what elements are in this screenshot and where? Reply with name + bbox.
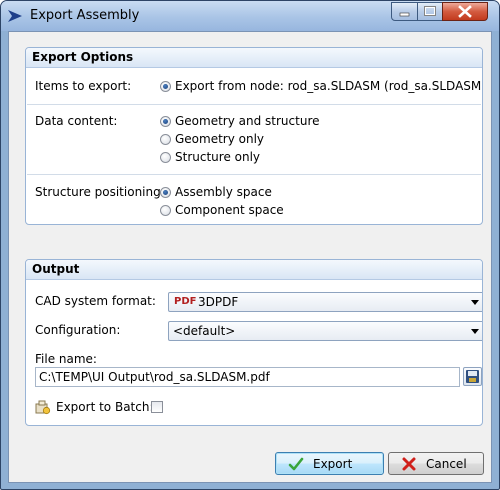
file-name-label: File name: bbox=[35, 352, 97, 366]
separator bbox=[27, 104, 481, 105]
geometry-and-structure-radio[interactable] bbox=[160, 116, 171, 127]
cad-system-format-value: 3DPDF bbox=[198, 295, 239, 309]
configuration-select[interactable]: <default> bbox=[168, 321, 482, 341]
save-disk-icon bbox=[466, 370, 479, 383]
minimize-icon bbox=[399, 12, 410, 17]
chevron-down-icon bbox=[471, 329, 479, 334]
cancel-x-icon bbox=[402, 457, 416, 471]
export-options-header: Export Options bbox=[26, 48, 482, 68]
component-space-label[interactable]: Component space bbox=[175, 203, 284, 217]
configuration-value: <default> bbox=[173, 324, 236, 338]
assembly-space-radio[interactable] bbox=[160, 187, 171, 198]
export-to-batch-label: Export to Batch: bbox=[56, 400, 154, 414]
export-to-batch-checkbox[interactable] bbox=[151, 401, 163, 413]
export-button[interactable]: Export bbox=[275, 452, 384, 475]
output-header: Output bbox=[26, 260, 482, 280]
export-options-group: Export Options Items to export: Export f… bbox=[25, 47, 483, 225]
file-name-input[interactable] bbox=[36, 368, 459, 386]
dialog-client-area: Export Options Items to export: Export f… bbox=[8, 31, 492, 483]
assembly-space-label[interactable]: Assembly space bbox=[175, 185, 272, 199]
checkmark-icon bbox=[288, 457, 304, 471]
app-logo-icon bbox=[8, 10, 22, 22]
geometry-and-structure-label[interactable]: Geometry and structure bbox=[175, 114, 320, 128]
component-space-radio[interactable] bbox=[160, 205, 171, 216]
output-group: Output CAD system format: PDF 3DPDF Conf… bbox=[25, 259, 483, 426]
cad-system-format-label: CAD system format: bbox=[35, 294, 156, 308]
export-from-node-label[interactable]: Export from node: rod_sa.SLDASM (rod_sa.… bbox=[175, 79, 482, 93]
title-bar[interactable]: Export Assembly bbox=[1, 1, 499, 31]
items-to-export-label: Items to export: bbox=[35, 79, 132, 93]
browse-save-button[interactable] bbox=[463, 367, 482, 386]
batch-icon bbox=[35, 400, 51, 415]
chevron-down-icon bbox=[471, 300, 479, 305]
cad-system-format-select[interactable]: PDF 3DPDF bbox=[168, 292, 482, 312]
close-icon bbox=[458, 5, 472, 18]
data-content-label: Data content: bbox=[35, 114, 118, 128]
close-window-button[interactable] bbox=[442, 2, 488, 21]
pdf-file-icon: PDF bbox=[174, 296, 197, 307]
export-button-label: Export bbox=[313, 457, 353, 471]
geometry-only-label[interactable]: Geometry only bbox=[175, 132, 264, 146]
geometry-only-radio[interactable] bbox=[160, 134, 171, 145]
window-title: Export Assembly bbox=[30, 8, 140, 23]
configuration-label: Configuration: bbox=[35, 323, 121, 337]
export-from-node-radio[interactable] bbox=[160, 81, 171, 92]
separator bbox=[27, 174, 481, 175]
structure-only-label[interactable]: Structure only bbox=[175, 150, 260, 164]
file-name-field[interactable] bbox=[35, 367, 460, 387]
cancel-button-label: Cancel bbox=[426, 457, 467, 471]
maximize-icon bbox=[424, 6, 436, 16]
maximize-button[interactable] bbox=[417, 2, 443, 21]
cancel-button[interactable]: Cancel bbox=[388, 452, 484, 475]
minimize-button[interactable] bbox=[391, 2, 418, 21]
structure-positioning-label: Structure positioning: bbox=[35, 185, 165, 199]
export-assembly-window: Export Assembly Export Options Items to … bbox=[0, 0, 500, 490]
structure-only-radio[interactable] bbox=[160, 152, 171, 163]
